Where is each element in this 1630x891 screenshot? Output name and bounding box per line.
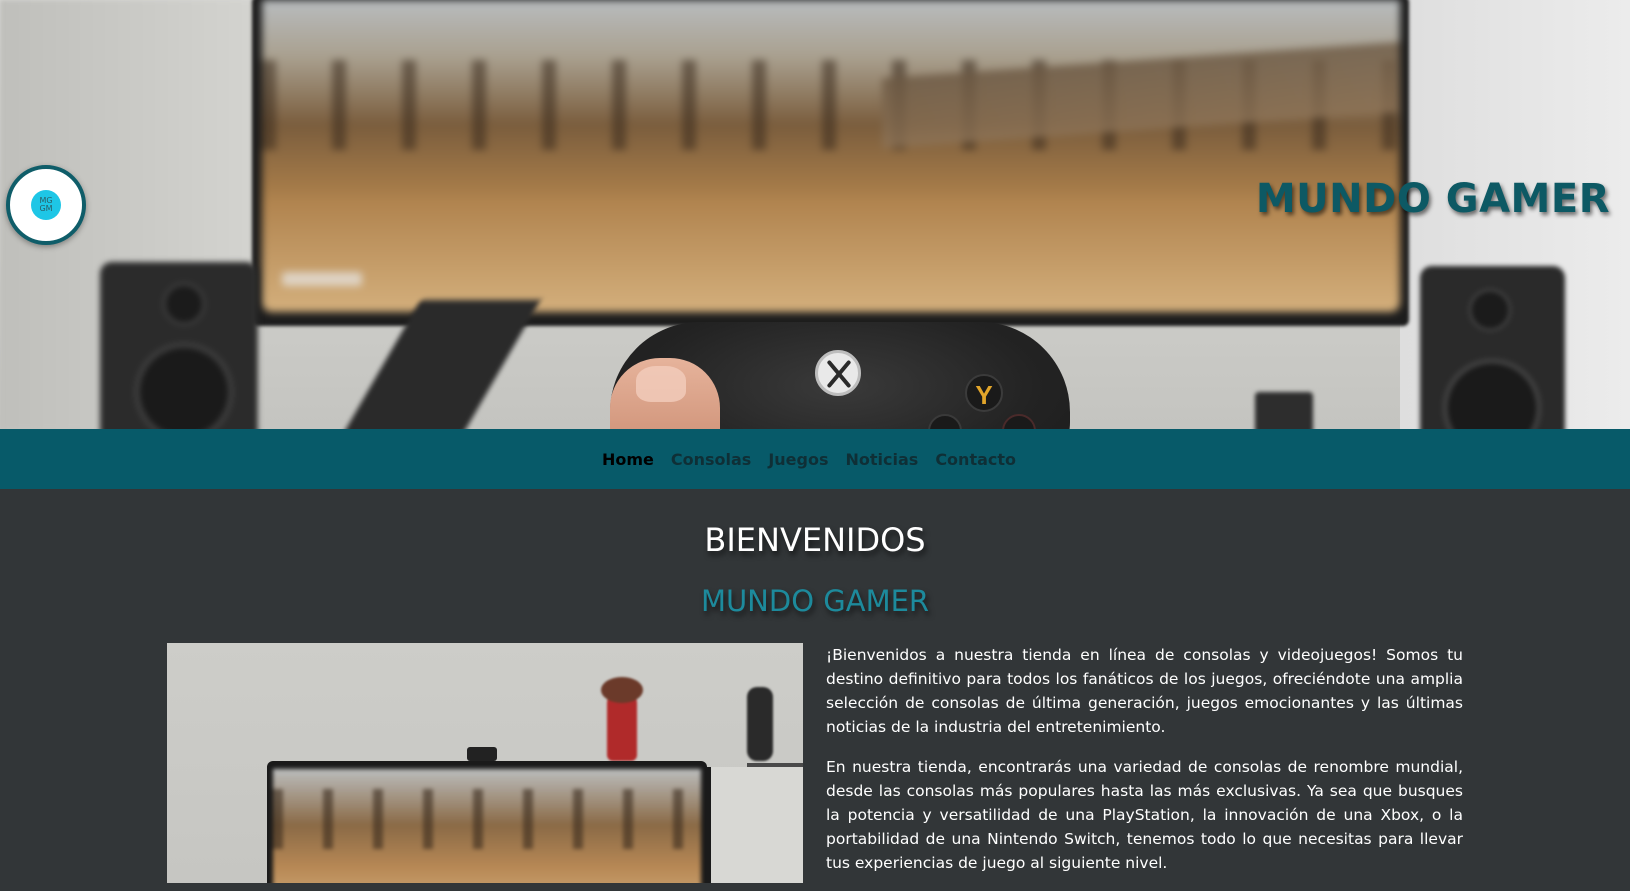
toy-figure-red bbox=[601, 677, 643, 761]
speaker-left-cone bbox=[134, 342, 234, 429]
nav-link-contacto[interactable]: Contacto bbox=[935, 450, 1016, 469]
site-logo-mark: MG GM bbox=[31, 190, 61, 220]
main-navbar: Home Consolas Juegos Noticias Contacto bbox=[0, 429, 1630, 489]
hero-game-screen bbox=[262, 0, 1400, 312]
setup-side-monitor bbox=[707, 767, 803, 883]
hero-title: MUNDO GAMER bbox=[1255, 176, 1610, 222]
welcome-paragraph-2: En nuestra tienda, encontrarás una varie… bbox=[826, 758, 1463, 872]
nav-link-home[interactable]: Home bbox=[602, 450, 654, 469]
setup-monitor bbox=[267, 761, 707, 883]
nav-link-consolas[interactable]: Consolas bbox=[671, 450, 751, 469]
controller-y-button: Y bbox=[965, 374, 1003, 412]
welcome-subheading: MUNDO GAMER bbox=[700, 584, 930, 618]
screen-ground bbox=[262, 200, 1400, 312]
toy-figure-dark bbox=[747, 687, 773, 761]
speaker-left-tweeter bbox=[162, 282, 206, 326]
welcome-text: ¡Bienvenidos a nuestra tienda en línea d… bbox=[826, 643, 1463, 891]
screen-hud bbox=[282, 272, 362, 286]
setup-monitor-screen bbox=[273, 769, 701, 883]
main-content: BIENVENIDOS MUNDO GAMER ¡Bienvenidos a n… bbox=[0, 489, 1630, 883]
gaming-setup-image bbox=[167, 643, 803, 883]
webcam bbox=[467, 747, 497, 761]
nav-link-juegos[interactable]: Juegos bbox=[768, 450, 828, 469]
speaker-left bbox=[100, 262, 258, 429]
welcome-paragraph-1: ¡Bienvenidos a nuestra tienda en línea d… bbox=[826, 646, 1463, 736]
speaker-right bbox=[1420, 266, 1565, 429]
nav-links: Home Consolas Juegos Noticias Contacto bbox=[602, 450, 1016, 469]
nav-link-noticias[interactable]: Noticias bbox=[846, 450, 919, 469]
speaker-right-cone bbox=[1442, 358, 1542, 429]
mug bbox=[1255, 392, 1313, 429]
controller-x-button bbox=[928, 414, 962, 429]
controller-b-button bbox=[1002, 414, 1036, 429]
speaker-right-tweeter bbox=[1468, 288, 1512, 332]
site-logo[interactable]: MG GM bbox=[6, 165, 86, 245]
xbox-logo-icon bbox=[815, 350, 861, 396]
welcome-heading: BIENVENIDOS bbox=[704, 521, 926, 559]
